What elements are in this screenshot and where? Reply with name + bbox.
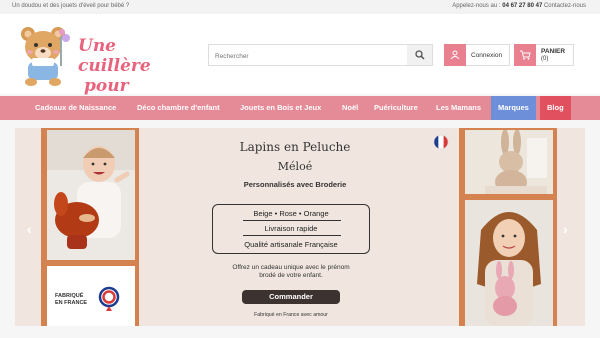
feature-divider xyxy=(243,235,341,236)
nav-item-marques[interactable]: Marques xyxy=(491,96,536,120)
commander-button[interactable]: Commander xyxy=(242,290,340,304)
search-icon xyxy=(414,50,425,60)
site-header: Une cuillère pour doudou ! Connexion xyxy=(0,14,600,116)
carousel-prev-arrow-icon[interactable]: ‹ xyxy=(27,221,32,237)
phone-number[interactable]: 04 67 27 80 47 xyxy=(502,3,542,9)
contact-info: Appelez-nous au : 04 67 27 80 47 Contact… xyxy=(452,3,586,9)
tagline: Un doudou et des jouets d'éveil pour béb… xyxy=(12,3,130,9)
nav-item-mamans[interactable]: Les Mamans xyxy=(436,96,481,120)
made-in-france-text: FABRIQUÉ EN FRANCE xyxy=(55,293,87,307)
bunny-photo xyxy=(465,130,553,194)
login-button[interactable]: Connexion xyxy=(444,43,510,66)
cart-icon-wrap xyxy=(514,43,536,66)
nav-item-cadeaux[interactable]: Cadeaux de Naissance xyxy=(35,96,116,120)
cart-label: PANIER (0) xyxy=(541,48,565,63)
logo-line1: Une cuillère xyxy=(78,36,151,76)
user-icon xyxy=(450,50,460,59)
hero-tagline: Personnalisés avec Broderie xyxy=(243,180,347,189)
site-logo[interactable]: Une cuillère pour doudou ! xyxy=(14,22,192,116)
carousel-next-arrow-icon[interactable]: › xyxy=(563,221,568,237)
search-input[interactable] xyxy=(209,46,405,67)
hero-title: Lapins en Peluche xyxy=(239,140,351,154)
login-label: Connexion xyxy=(471,51,503,59)
hero-features-box: Beige • Rose • Orange Livraison rapide Q… xyxy=(212,204,370,254)
nav-item-puericulture[interactable]: Puériculture xyxy=(374,96,418,120)
cart-count: (0) xyxy=(541,55,549,62)
baby-with-plush-image xyxy=(47,130,135,260)
search-button[interactable] xyxy=(407,45,432,65)
bunny-plush-image xyxy=(465,130,553,194)
hero-description: Offrez un cadeau unique avec le prénom b… xyxy=(195,264,387,280)
france-flag-icon xyxy=(433,134,449,150)
hero-carousel[interactable]: FABRIQUÉ EN FRANCE Lapins en Peluche Mél… xyxy=(15,128,585,326)
made-in-france-badge: FABRIQUÉ EN FRANCE xyxy=(47,266,135,326)
top-bar: Un doudou et des jouets d'éveil pour béb… xyxy=(0,0,600,14)
nav-item-blog[interactable]: Blog xyxy=(540,96,571,120)
contact-link[interactable]: Contactez-nous xyxy=(544,3,586,9)
badge-line1: FABRIQUÉ xyxy=(55,293,84,299)
france-pin-icon xyxy=(98,286,120,311)
cart-icon xyxy=(519,50,531,60)
feature-divider xyxy=(243,220,341,221)
nav-item-deco[interactable]: Déco chambre d'enfant xyxy=(137,96,220,120)
desc-line1: Offrez un cadeau unique avec le prénom xyxy=(232,264,350,271)
cart-button[interactable]: PANIER (0) xyxy=(514,43,574,66)
nav-item-noel[interactable]: Noël xyxy=(342,96,358,120)
feature-colors: Beige • Rose • Orange xyxy=(253,209,329,218)
girl-photo xyxy=(465,200,553,326)
call-label: Appelez-nous au : xyxy=(452,3,501,9)
feature-quality: Qualité artisanale Française xyxy=(244,240,338,249)
hero-footer-note: Fabriqué en France avec amour xyxy=(254,312,328,318)
hero-subtitle: Méloé xyxy=(277,160,313,173)
badge-line2: EN FRANCE xyxy=(55,300,88,306)
bear-mascot-icon xyxy=(21,27,70,86)
feature-shipping: Livraison rapide xyxy=(264,224,318,233)
girl-with-bunny-image xyxy=(465,200,553,326)
nav-item-jouets[interactable]: Jouets en Bois et Jeux xyxy=(240,96,321,120)
search-bar xyxy=(208,44,433,67)
baby-photo xyxy=(47,130,135,260)
desc-line2: brodé de votre enfant. xyxy=(259,272,323,279)
user-icon-wrap xyxy=(444,43,466,66)
main-nav: Cadeaux de Naissance Déco chambre d'enfa… xyxy=(0,96,600,120)
cart-title: PANIER xyxy=(541,47,566,55)
